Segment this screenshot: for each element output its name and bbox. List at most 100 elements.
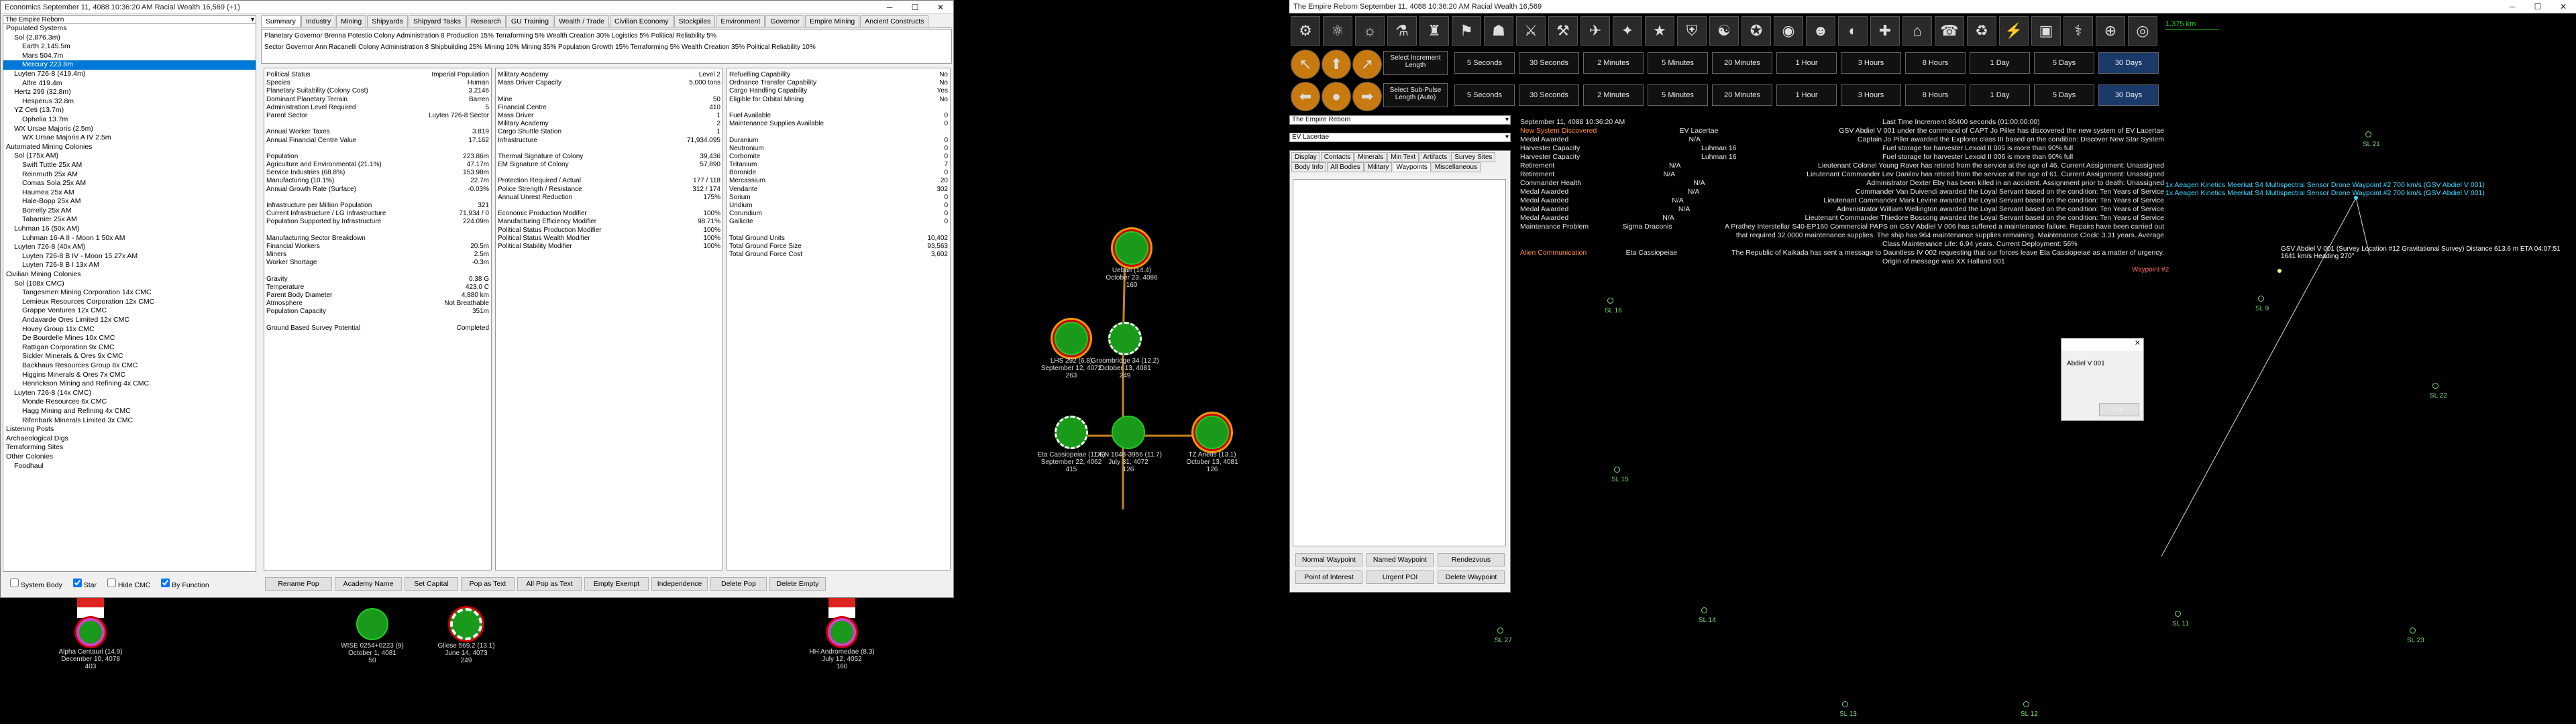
point-of-interest-button[interactable]: Point of Interest — [1295, 570, 1362, 584]
tab-display[interactable]: Display — [1291, 152, 1320, 162]
tree-item[interactable]: Mercury 223.8m — [3, 60, 256, 70]
lab-icon[interactable]: ⚗ — [1387, 16, 1417, 46]
tab-artifacts[interactable]: Artifacts — [1419, 152, 1451, 162]
hammer-icon[interactable]: ⚒ — [1548, 16, 1578, 46]
tree-item[interactable]: Hagg Mining and Refining 4x CMC — [3, 407, 256, 416]
survey-location-label[interactable]: SL 13 — [1839, 701, 1857, 718]
bolt-icon[interactable]: ⚡ — [1999, 16, 2029, 46]
tab-contacts[interactable]: Contacts — [1320, 152, 1354, 162]
time-1-hour-button[interactable]: 1 Hour — [1776, 84, 1837, 106]
tree-item[interactable]: Monde Resources 6x CMC — [3, 398, 256, 407]
tree-item[interactable]: Backhaus Resources Group 8x CMC — [3, 361, 256, 371]
face-icon[interactable]: ☻ — [1806, 16, 1835, 46]
time-30-days-button[interactable]: 30 Days — [2098, 84, 2159, 106]
independence-button[interactable]: Independence — [651, 577, 708, 591]
tree-item[interactable]: Luyten 726-8 B I 13x AM — [3, 261, 256, 270]
system-select[interactable]: EV Lacertae ▾ — [1289, 133, 1511, 142]
tree-item[interactable]: Terraforming Sites — [3, 443, 256, 452]
tree-item[interactable]: Luhman 16-A II - Moon 1 50x AM — [3, 234, 256, 243]
tree-item[interactable]: Foodhaul — [3, 462, 256, 471]
tab-minerals[interactable]: Minerals — [1354, 152, 1387, 162]
tab-empire-mining[interactable]: Empire Mining — [805, 15, 860, 27]
maximize-icon[interactable]: ☐ — [902, 3, 928, 12]
close-icon[interactable]: ✕ — [2135, 339, 2141, 347]
yinyang-icon[interactable]: ☯ — [1709, 16, 1739, 46]
tab-mining[interactable]: Mining — [336, 15, 367, 27]
survey-location-label[interactable]: SL 9 — [2255, 296, 2269, 312]
time-30-days-button[interactable]: 30 Days — [2098, 52, 2159, 74]
tree-item[interactable]: Swift Tuttle 25x AM — [3, 161, 256, 170]
colony-tree[interactable]: Populated Systems Sol (2,876.3m) Earth 2,1… — [3, 23, 256, 572]
event-row[interactable]: Alien Communication Eta Cassiopeiae The Re… — [1520, 249, 2164, 257]
time-1-hour-button[interactable]: 1 Hour — [1776, 52, 1837, 74]
tab-min-text[interactable]: Min Text — [1387, 152, 1419, 162]
tree-item[interactable]: Borrelly 25x AM — [3, 206, 256, 216]
event-row[interactable]: Maintenance Problem Sigma Draconis A Prath… — [1520, 223, 2164, 231]
tree-item[interactable]: Archaeological Digs — [3, 434, 256, 444]
tree-item[interactable]: Sol (108x CMC) — [3, 280, 256, 289]
urgent-poi-button[interactable]: Urgent POI — [1366, 570, 1434, 584]
up-arrow-icon[interactable]: ⬆ — [1322, 50, 1351, 79]
plus-icon[interactable]: ✚ — [1870, 16, 1900, 46]
grid-icon[interactable]: ▣ — [2031, 16, 2061, 46]
time-5-days-button[interactable]: 5 Days — [2034, 52, 2094, 74]
event-row[interactable]: New System Discovered EV Lacertae GSV Abdi… — [1520, 127, 2164, 135]
tree-item[interactable]: Hale-Bopp 25x AM — [3, 197, 256, 206]
tree-item[interactable]: Rattigan Corporation 9x CMC — [3, 343, 256, 353]
event-row[interactable]: Retirement N/A Lieutenant Colonel Young Ra… — [1520, 162, 2164, 170]
tree-item[interactable]: WX Ursae Majoris A IV 2.5m — [3, 133, 256, 143]
medic-icon[interactable]: ⚕ — [2063, 16, 2093, 46]
time-20-minutes-button[interactable]: 20 Minutes — [1712, 84, 1772, 106]
tree-item[interactable]: Reinmuth 25x AM — [3, 170, 256, 180]
tree-item[interactable]: Ophelia 13.7m — [3, 115, 256, 125]
economics-titlebar[interactable]: Economics September 11, 4088 10:36:20 AM… — [1, 1, 953, 14]
tab-research[interactable]: Research — [466, 15, 506, 27]
home-icon[interactable]: ⌂ — [1902, 16, 1932, 46]
survey-location-label[interactable]: SL 16 — [1605, 298, 1622, 314]
flag-icon[interactable]: ⚑ — [1452, 16, 1481, 46]
event-row[interactable]: that required 32.0000 maintenance suppli… — [1520, 231, 2164, 240]
system-alpha-centauri[interactable]: Alpha Centauri (14.9) December 10, 4078 … — [47, 598, 134, 670]
shield-icon[interactable]: ⛨ — [1677, 16, 1707, 46]
tree-item[interactable]: Henrickson Mining and Refining 4x CMC — [3, 379, 256, 389]
spark-icon[interactable]: ✦ — [1613, 16, 1642, 46]
tree-item[interactable]: Higgins Minerals & Ores 7x CMC — [3, 371, 256, 380]
survey-location-label[interactable]: SL 23 — [2407, 627, 2424, 644]
tree-item[interactable]: Listening Posts — [3, 425, 256, 434]
zoom-in-icon[interactable]: ↖ — [1291, 50, 1320, 79]
star-system[interactable]: TZ Arietis (13.1) October 13, 4081 126 — [1169, 416, 1256, 473]
settings-icon[interactable]: ⚙ — [1291, 16, 1320, 46]
time-2-minutes-button[interactable]: 2 Minutes — [1583, 52, 1644, 74]
event-row[interactable]: Origin of message was XX Halland 001 — [1520, 257, 2164, 266]
time-1-day-button[interactable]: 1 Day — [1970, 52, 2030, 74]
dialog-titlebar[interactable]: ✕ — [2061, 339, 2143, 351]
survey-location-label[interactable]: SL 14 — [1699, 607, 1716, 624]
target-icon[interactable]: ⊕ — [2096, 16, 2125, 46]
check-by-function[interactable]: By Function — [161, 579, 209, 589]
survey-location-label[interactable]: SL 15 — [1611, 467, 1629, 483]
time-1-day-button[interactable]: 1 Day — [1970, 84, 2030, 106]
house-icon[interactable]: ☗ — [1484, 16, 1513, 46]
left-arrow-icon[interactable]: ⬅ — [1291, 82, 1320, 111]
time-5-days-button[interactable]: 5 Days — [2034, 84, 2094, 106]
time-8-hours-button[interactable]: 8 Hours — [1905, 52, 1966, 74]
named-waypoint-button[interactable]: Named Waypoint — [1366, 553, 1434, 566]
tree-item[interactable]: Hesperus 32.8m — [3, 97, 256, 107]
tree-item[interactable]: Tabarnier 25x AM — [3, 215, 256, 225]
swords-icon[interactable]: ⚔ — [1516, 16, 1546, 46]
tab-environment[interactable]: Environment — [716, 15, 765, 27]
ring-icon[interactable]: ◎ — [2128, 16, 2157, 46]
tree-item[interactable]: Luyten 726-8 (419.4m) — [3, 70, 256, 79]
tree-item[interactable]: YZ Ceti (13.7m) — [3, 106, 256, 115]
medal-icon[interactable]: ★ — [1645, 16, 1674, 46]
tree-item[interactable]: Luyten 726-8 B IV - Moon 15 27x AM — [3, 252, 256, 261]
research-icon[interactable]: ⚛ — [1323, 16, 1352, 46]
minimize-icon[interactable]: ─ — [877, 3, 902, 12]
close-icon[interactable]: ✕ — [928, 3, 953, 12]
center-icon[interactable]: ● — [1322, 82, 1351, 111]
recycle-icon[interactable]: ♻ — [1967, 16, 1996, 46]
check-system-body[interactable]: System Body — [10, 579, 62, 589]
event-row[interactable]: Harvester Capacity Luhman 16 Fuel storage … — [1520, 144, 2164, 153]
tree-item[interactable]: Lemieux Resources Corporation 12x CMC — [3, 298, 256, 307]
event-row[interactable]: Medal Awarded N/A Commander Van Duivendi a… — [1520, 188, 2164, 196]
